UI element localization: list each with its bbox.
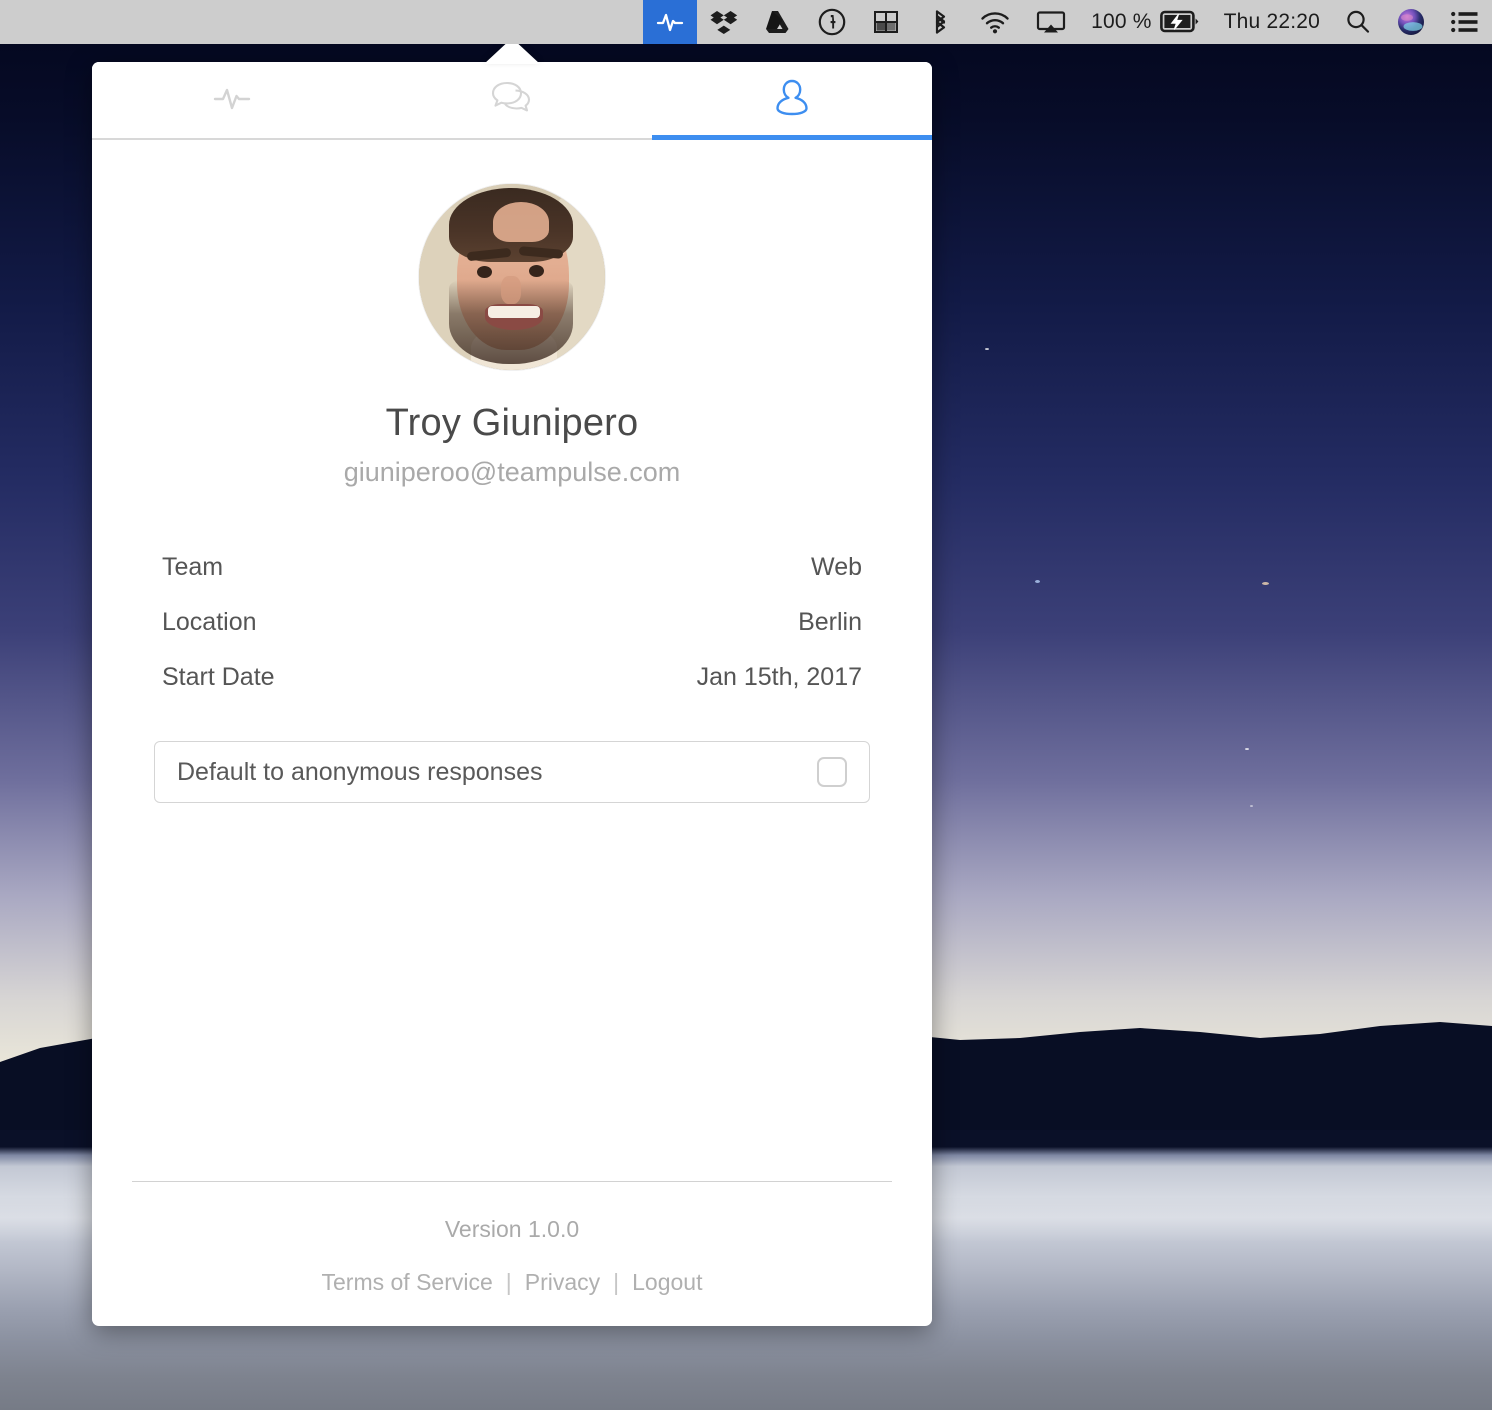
wallpaper-star (985, 348, 989, 350)
bluetooth-icon (925, 7, 955, 37)
profile-email: giuniperoo@teampulse.com (343, 457, 681, 487)
popover-footer: Version 1.0.0 Terms of Service | Privacy… (92, 1181, 932, 1326)
menubar-battery[interactable]: 100 % (1079, 0, 1212, 44)
tab-bar (92, 62, 932, 140)
pulse-icon (211, 81, 253, 120)
menubar-item-siri[interactable] (1384, 0, 1438, 44)
tab-messages[interactable] (372, 62, 652, 138)
menubar-item-notification-center[interactable] (1438, 0, 1492, 44)
menubar-clock[interactable]: Thu 22:20 (1212, 0, 1332, 44)
anonymous-responses-checkbox[interactable] (817, 757, 847, 787)
profile-name: Troy Giunipero (385, 402, 639, 444)
wallpaper-star (1035, 580, 1040, 583)
panel-filler (154, 803, 870, 1181)
menubar-item-bluetooth[interactable] (913, 0, 967, 44)
version-label: Version 1.0.0 (444, 1216, 580, 1242)
field-value: Berlin (798, 608, 862, 636)
logout-link[interactable]: Logout (632, 1269, 702, 1296)
tab-messages-indicator (372, 135, 652, 140)
field-label: Start Date (162, 663, 275, 691)
footer-links: Terms of Service | Privacy | Logout (132, 1269, 892, 1296)
menubar-item-dropbox[interactable] (697, 0, 751, 44)
airplay-icon (1035, 7, 1067, 37)
google-drive-icon (763, 7, 793, 37)
terms-of-service-link[interactable]: Terms of Service (322, 1269, 493, 1296)
dropbox-icon (709, 7, 739, 37)
teampulse-popover: Troy Giunipero giuniperoo@teampulse.com … (92, 62, 932, 1326)
notification-center-icon (1450, 9, 1480, 35)
menubar-item-wifi[interactable] (967, 0, 1023, 44)
battery-charging-icon (1159, 9, 1200, 35)
wallpaper-star (1262, 582, 1269, 585)
tab-pulse-indicator (92, 135, 372, 140)
profile-field-start-date: Start Date Jan 15th, 2017 (154, 650, 870, 705)
menubar-item-teampulse[interactable] (643, 0, 698, 44)
siri-icon (1396, 7, 1426, 37)
anonymous-responses-row[interactable]: Default to anonymous responses (154, 741, 870, 803)
profile-panel: Troy Giunipero giuniperoo@teampulse.com … (92, 140, 932, 1181)
menubar-item-airplay[interactable] (1023, 0, 1079, 44)
wifi-icon (979, 7, 1011, 37)
window-grid-icon (871, 7, 901, 37)
avatar-container (154, 184, 870, 370)
tab-pulse[interactable] (92, 62, 372, 138)
menubar-item-google-drive[interactable] (751, 0, 805, 44)
tab-profile[interactable] (652, 62, 932, 140)
footer-separator: | (613, 1269, 620, 1295)
footer-divider (132, 1181, 892, 1182)
person-icon (772, 77, 812, 124)
menubar-item-window-grid[interactable] (859, 0, 913, 44)
avatar[interactable] (419, 184, 605, 370)
profile-details-list: Team Web Location Berlin Start Date Jan … (154, 540, 870, 705)
field-value: Web (811, 553, 862, 581)
menubar-item-1password[interactable] (805, 0, 859, 44)
field-value: Jan 15th, 2017 (696, 663, 862, 691)
field-label: Team (162, 553, 224, 581)
privacy-link[interactable]: Privacy (525, 1269, 600, 1296)
anonymous-responses-label: Default to anonymous responses (177, 757, 543, 786)
field-label: Location (162, 608, 257, 636)
menu-bar: 100 % Thu 22:20 (0, 0, 1492, 44)
clock-label: Thu 22:20 (1223, 10, 1320, 33)
menubar-item-search[interactable] (1332, 0, 1384, 44)
profile-field-location: Location Berlin (154, 595, 870, 650)
wallpaper-star (1245, 748, 1249, 750)
tab-profile-indicator (652, 135, 932, 140)
chat-bubbles-icon (490, 79, 534, 122)
battery-percent-label: 100 % (1091, 10, 1152, 33)
teampulse-icon (655, 7, 685, 37)
footer-separator: | (505, 1269, 512, 1295)
search-icon (1344, 8, 1372, 36)
profile-field-team: Team Web (154, 540, 870, 595)
wallpaper-star (1250, 805, 1253, 807)
onepassword-icon (817, 7, 847, 37)
